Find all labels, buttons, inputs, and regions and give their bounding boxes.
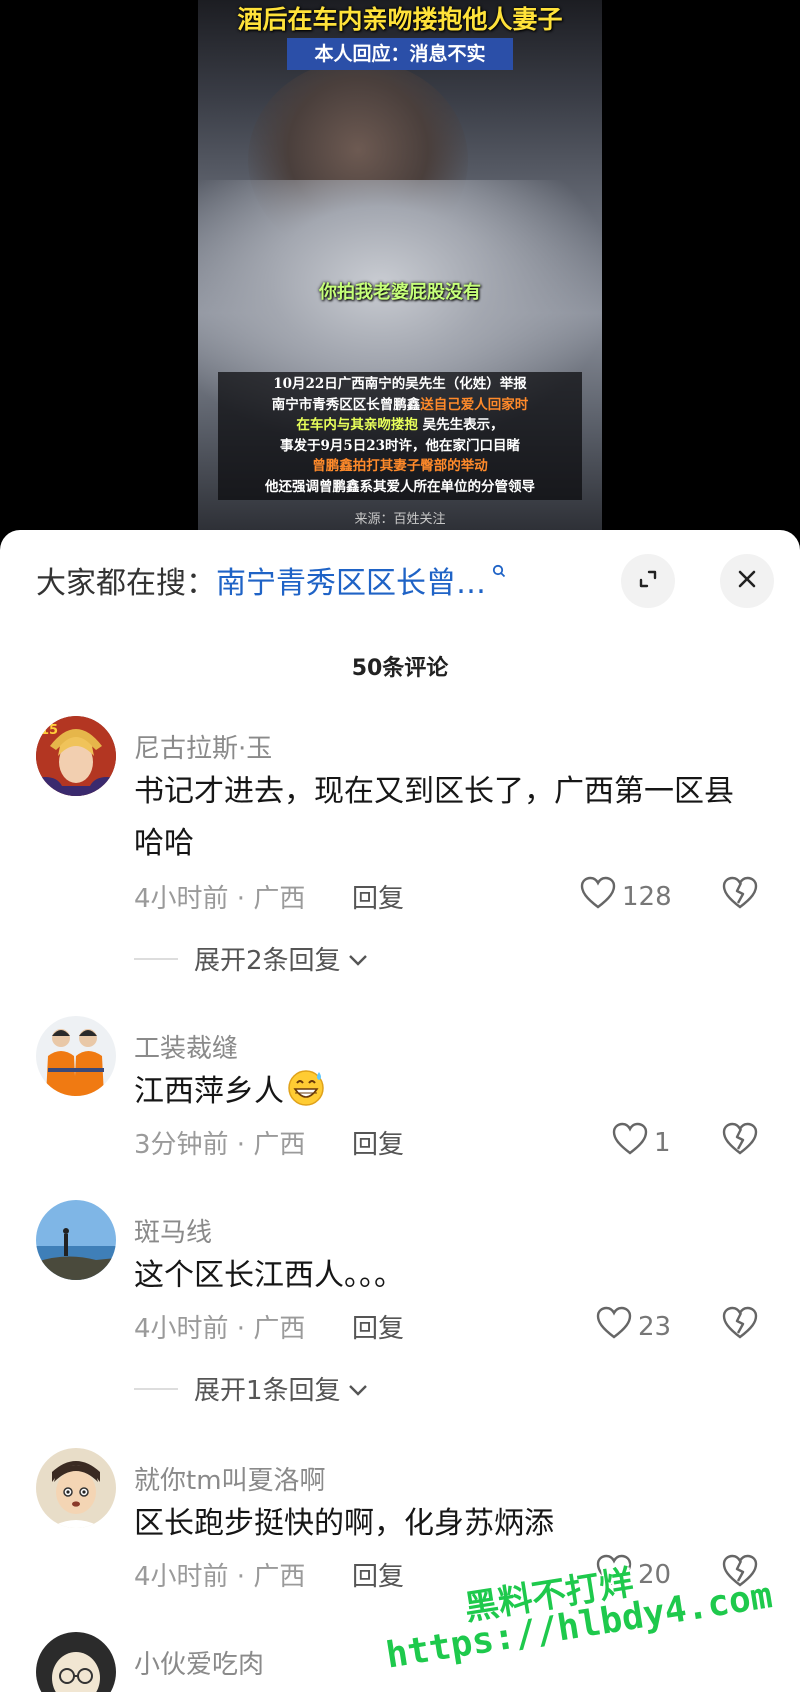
news-line: 南宁市青秀区区长曾鹏鑫送自己爱人回家时	[218, 395, 582, 416]
news-text-box: 10月22日广西南宁的吴先生（化姓）举报 南宁市青秀区区长曾鹏鑫送自己爱人回家时…	[218, 372, 582, 500]
news-text: 吴先生表示，	[417, 417, 504, 433]
news-highlight: 送自己爱人回家时	[420, 396, 529, 413]
expand-replies-label: 展开1条回复	[194, 1376, 341, 1406]
expand-icon	[636, 567, 660, 595]
broken-heart-icon	[722, 1122, 758, 1160]
comment-text: 书记才进去，现在又到区长了，广西第一区县哈哈	[134, 774, 734, 861]
trending-search-bar[interactable]: 大家都在搜： 南宁青秀区区长曾…	[36, 558, 596, 602]
reply-button[interactable]: 回复	[352, 1308, 404, 1345]
video-source: 来源：百姓关注	[354, 512, 446, 527]
comment-username[interactable]: 工装裁缝	[134, 1028, 238, 1065]
close-button[interactable]	[720, 554, 774, 608]
news-line: 10月22日广西南宁的吴先生（化姓）举报	[273, 376, 527, 392]
comment-text: 江西萍乡人	[134, 1066, 754, 1118]
comment-time-location: 4小时前 · 广西	[134, 1314, 306, 1344]
comment-text: 区长跑步挺快的啊，化身苏炳添	[134, 1506, 554, 1541]
dislike-button[interactable]	[722, 1122, 758, 1160]
news-highlight: 在车内与其亲吻搂抱	[296, 417, 418, 433]
reply-button[interactable]: 回复	[352, 878, 404, 915]
comment-time-location: 4小时前 · 广西	[134, 1562, 306, 1592]
grinning-sweat-emoji-icon	[286, 1067, 326, 1107]
broken-heart-icon	[722, 876, 758, 914]
like-button[interactable]: 1	[612, 1122, 671, 1163]
comments-sheet: 大家都在搜： 南宁青秀区区长曾… 50条评论 15 尼古拉斯·玉 书记才进去，现…	[0, 530, 800, 1692]
dislike-button[interactable]	[722, 876, 758, 914]
broken-heart-icon	[722, 1306, 758, 1344]
news-line: 他还强调曾鹏鑫系其爱人所在单位的分管领导	[265, 478, 535, 495]
avatar[interactable]	[36, 1632, 116, 1692]
avatar[interactable]	[36, 1016, 116, 1096]
avatar[interactable]: 15	[36, 716, 116, 796]
news-text: 南宁市青秀区区长曾鹏鑫	[271, 396, 421, 413]
comment-time-location: 4小时前 · 广西	[134, 884, 306, 914]
like-button[interactable]: 128	[580, 876, 672, 917]
heart-icon	[580, 876, 616, 917]
divider	[134, 957, 178, 960]
comment-username[interactable]: 尼古拉斯·玉	[134, 728, 272, 765]
heart-icon	[596, 1306, 632, 1347]
video-subtitle: 本人回应：消息不实	[287, 38, 513, 70]
video-player[interactable]: 酒后在车内亲吻搂抱他人妻子 本人回应：消息不实 你拍我老婆屁股没有 10月22日…	[0, 0, 800, 540]
dislike-button[interactable]	[722, 1306, 758, 1344]
svg-text:15: 15	[40, 723, 58, 738]
video-title: 酒后在车内亲吻搂抱他人妻子	[237, 5, 563, 34]
like-count: 23	[638, 1311, 672, 1342]
comment-username[interactable]: 就你tm叫夏洛啊	[134, 1460, 326, 1497]
divider	[134, 1387, 178, 1390]
comments-count: 50条评论	[351, 656, 449, 681]
like-count: 1	[654, 1127, 671, 1158]
trending-search-query[interactable]: 南宁青秀区区长曾…	[216, 558, 486, 602]
chevron-down-icon	[347, 1374, 369, 1404]
heart-icon	[612, 1122, 648, 1163]
close-icon	[736, 568, 758, 594]
search-icon	[492, 563, 506, 578]
news-line: 事发于9月5日23时许，他在家门口目睹	[279, 437, 521, 454]
expand-button[interactable]	[621, 554, 675, 608]
comment-username[interactable]: 小伙爱吃肉	[134, 1644, 264, 1681]
chevron-down-icon	[347, 944, 369, 974]
comment-text: 这个区长江西人。。。	[134, 1258, 404, 1293]
video-caption: 你拍我老婆屁股没有	[319, 282, 481, 303]
expand-replies-button[interactable]: 展开1条回复	[134, 1370, 369, 1407]
avatar[interactable]	[36, 1448, 116, 1528]
avatar[interactable]	[36, 1200, 116, 1280]
comment-text-content: 江西萍乡人	[134, 1074, 284, 1109]
comment-username[interactable]: 斑马线	[134, 1212, 212, 1249]
trending-search-label: 大家都在搜：	[36, 566, 216, 601]
reply-button[interactable]: 回复	[352, 1124, 404, 1161]
comment-time-location: 3分钟前 · 广西	[134, 1130, 306, 1160]
like-button[interactable]: 23	[596, 1306, 671, 1347]
expand-replies-button[interactable]: 展开2条回复	[134, 940, 369, 977]
news-line: 在车内与其亲吻搂抱 吴先生表示，	[218, 415, 582, 436]
reply-button[interactable]: 回复	[352, 1556, 404, 1593]
news-line: 曾鹏鑫拍打其妻子臀部的举动	[312, 458, 488, 474]
expand-replies-label: 展开2条回复	[194, 946, 341, 976]
like-count: 128	[622, 881, 672, 912]
